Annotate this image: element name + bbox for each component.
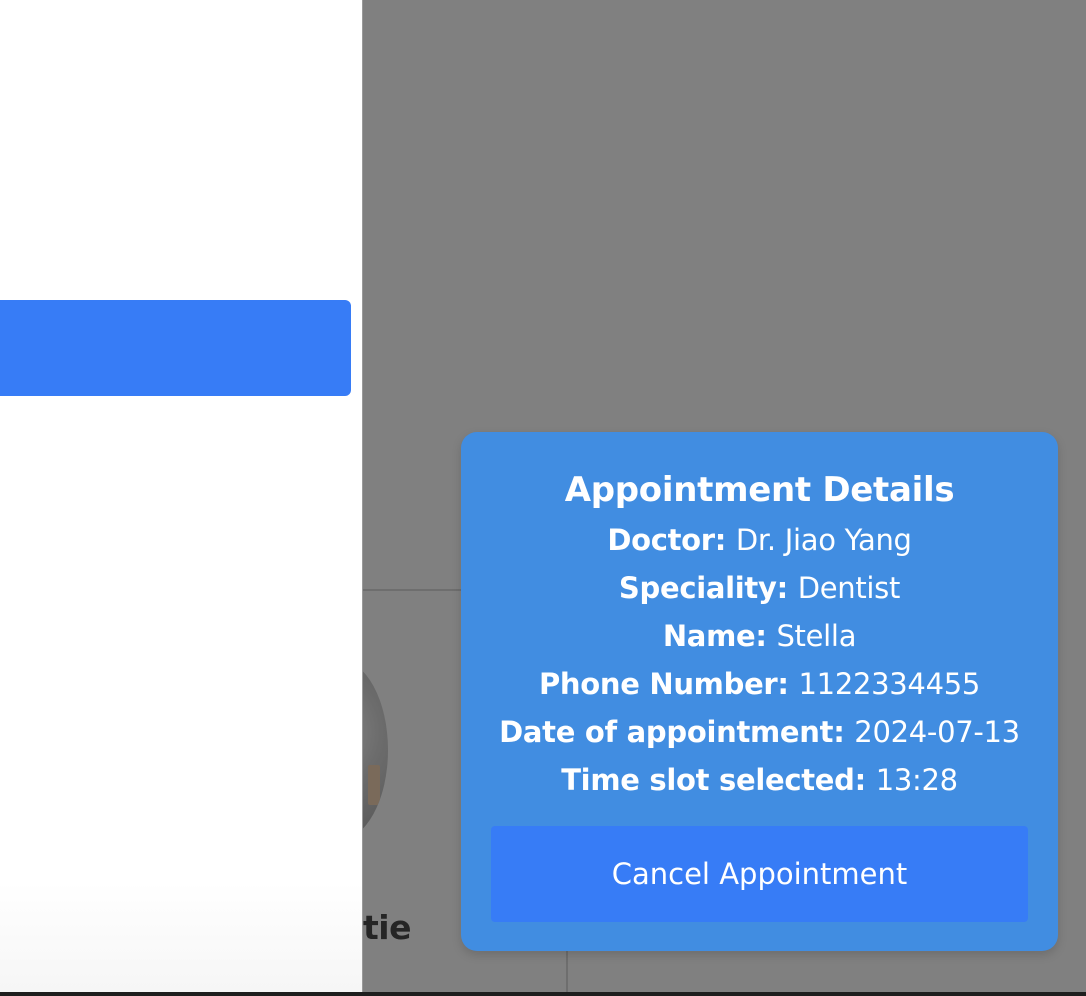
side-panel-primary-button[interactable] <box>0 300 351 396</box>
detail-phone: Phone Number: 1122334455 <box>461 660 1058 708</box>
detail-speciality: Speciality: Dentist <box>461 564 1058 612</box>
detail-time-slot: Time slot selected: 13:28 <box>461 756 1058 804</box>
detail-name: Name: Stella <box>461 612 1058 660</box>
detail-value: Stella <box>776 619 857 653</box>
appointment-details-popup: Appointment Details Doctor: Dr. Jiao Yan… <box>461 432 1058 951</box>
detail-value: 13:28 <box>875 763 958 797</box>
detail-label: Speciality: <box>618 571 798 605</box>
cancel-appointment-button[interactable]: Cancel Appointment <box>491 826 1028 922</box>
detail-label: Phone Number: <box>538 667 799 701</box>
window-bottom-edge <box>0 992 1086 996</box>
card-divider-vertical <box>566 950 568 992</box>
detail-value: Dentist <box>797 571 901 605</box>
detail-value: 2024-07-13 <box>854 715 1020 749</box>
detail-value: 1122334455 <box>798 667 981 701</box>
panel-fade <box>0 882 362 992</box>
detail-label: Date of appointment: <box>499 715 855 749</box>
detail-label: Doctor: <box>607 523 736 557</box>
detail-label: Name: <box>662 619 777 653</box>
card-divider <box>363 589 461 591</box>
popup-title: Appointment Details <box>564 470 955 510</box>
detail-value: Dr. Jiao Yang <box>735 523 912 557</box>
detail-doctor: Doctor: Dr. Jiao Yang <box>461 516 1058 564</box>
detail-label: Time slot selected: <box>561 763 876 797</box>
doctor-card-name: tie <box>363 908 411 947</box>
detail-date: Date of appointment: 2024-07-13 <box>461 708 1058 756</box>
side-panel <box>0 0 363 992</box>
